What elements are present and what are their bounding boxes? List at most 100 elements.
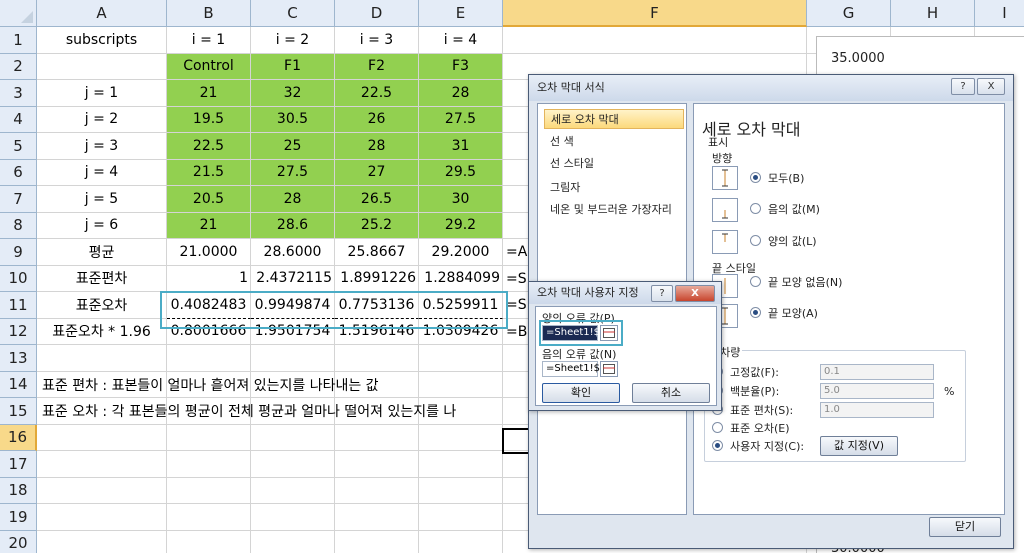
negative-range-select-icon[interactable] xyxy=(600,361,618,377)
nav-glow-soft-edges[interactable]: 네온 및 부드러운 가장자리 xyxy=(544,200,672,220)
row-header-3[interactable]: 3 xyxy=(0,80,37,107)
cell-e4[interactable]: 27.5 xyxy=(419,106,503,133)
cell-b16[interactable] xyxy=(167,424,251,451)
row-header-9[interactable]: 9 xyxy=(0,239,37,266)
column-header-h[interactable]: H xyxy=(891,0,975,27)
cell-a12[interactable]: 표준오차 * 1.96 xyxy=(37,318,167,345)
close-button[interactable]: X xyxy=(977,78,1005,95)
cell-f1[interactable] xyxy=(503,27,807,54)
cell-a19[interactable] xyxy=(37,504,167,531)
column-header-b[interactable]: B xyxy=(167,0,251,27)
fixed-value-input[interactable]: 0.1 xyxy=(820,364,934,380)
cell-a2[interactable] xyxy=(37,53,167,80)
cell-d3[interactable]: 22.5 xyxy=(335,80,419,107)
row-header-16[interactable]: 16 xyxy=(0,424,37,451)
cell-a11[interactable]: 표준오차 xyxy=(37,292,167,319)
percent-input[interactable]: 5.0 xyxy=(820,383,934,399)
row-header-20[interactable]: 20 xyxy=(0,530,37,553)
cell-b9[interactable]: 21.0000 xyxy=(167,239,251,266)
cell-a9[interactable]: 평균 xyxy=(37,239,167,266)
cell-c8[interactable]: 28.6 xyxy=(251,212,335,239)
dialog-close-button[interactable]: 닫기 xyxy=(929,517,1001,537)
cell-d7[interactable]: 26.5 xyxy=(335,186,419,213)
sterr-radio[interactable] xyxy=(712,422,723,433)
custom-radio[interactable] xyxy=(712,440,723,451)
cell-b17[interactable] xyxy=(167,451,251,478)
cell-d17[interactable] xyxy=(335,451,419,478)
stdev-input[interactable]: 1.0 xyxy=(820,402,934,418)
cell-a4[interactable]: j = 2 xyxy=(37,106,167,133)
nav-line-color[interactable]: 선 색 xyxy=(544,132,574,152)
cell-b19[interactable] xyxy=(167,504,251,531)
cell-a10[interactable]: 표준편차 xyxy=(37,265,167,292)
cell-d16[interactable] xyxy=(335,424,419,451)
cell-a20[interactable] xyxy=(37,530,167,553)
row-header-7[interactable]: 7 xyxy=(0,186,37,213)
column-header-g[interactable]: G xyxy=(807,0,891,27)
cell-a5[interactable]: j = 3 xyxy=(37,133,167,160)
help-button[interactable]: ? xyxy=(951,78,975,95)
cell-c16[interactable] xyxy=(251,424,335,451)
cancel-button[interactable]: 취소 xyxy=(632,383,710,403)
cell-b18[interactable] xyxy=(167,477,251,504)
cell-b2[interactable]: Control xyxy=(167,53,251,80)
cell-a6[interactable]: j = 4 xyxy=(37,159,167,186)
row-header-19[interactable]: 19 xyxy=(0,504,37,531)
cell-a16[interactable] xyxy=(37,424,167,451)
active-cell[interactable] xyxy=(502,428,530,454)
cell-c19[interactable] xyxy=(251,504,335,531)
dir-both-radio[interactable] xyxy=(750,172,761,183)
dir-plus-radio[interactable] xyxy=(750,235,761,246)
row-header-1[interactable]: 1 xyxy=(0,27,37,54)
cell-c5[interactable]: 25 xyxy=(251,133,335,160)
row-header-18[interactable]: 18 xyxy=(0,477,37,504)
cell-d13[interactable] xyxy=(335,345,419,372)
cell-c9[interactable]: 28.6000 xyxy=(251,239,335,266)
cell-d4[interactable]: 26 xyxy=(335,106,419,133)
custom-help-button[interactable]: ? xyxy=(651,285,673,302)
cap-radio[interactable] xyxy=(750,307,761,318)
cell-d19[interactable] xyxy=(335,504,419,531)
cell-b10[interactable]: 1 xyxy=(167,265,251,292)
custom-close-button[interactable]: X xyxy=(675,285,715,302)
cell-c18[interactable] xyxy=(251,477,335,504)
row-header-4[interactable]: 4 xyxy=(0,106,37,133)
dir-minus-radio[interactable] xyxy=(750,203,761,214)
cell-d8[interactable]: 25.2 xyxy=(335,212,419,239)
cell-b5[interactable]: 22.5 xyxy=(167,133,251,160)
cell-d9[interactable]: 25.8667 xyxy=(335,239,419,266)
cell-d1[interactable]: i = 3 xyxy=(335,27,419,54)
cell-c2[interactable]: F1 xyxy=(251,53,335,80)
cell-d6[interactable]: 27 xyxy=(335,159,419,186)
nav-vertical-error-bars[interactable]: 세로 오차 막대 xyxy=(544,109,684,129)
cell-e7[interactable]: 30 xyxy=(419,186,503,213)
row-header-8[interactable]: 8 xyxy=(0,212,37,239)
cell-a17[interactable] xyxy=(37,451,167,478)
negative-value-input[interactable]: =Sheet1!$ xyxy=(542,361,600,377)
column-header-i[interactable]: I xyxy=(975,0,1024,27)
row-header-6[interactable]: 6 xyxy=(0,159,37,186)
no-cap-radio[interactable] xyxy=(750,276,761,287)
cell-c13[interactable] xyxy=(251,345,335,372)
cell-d5[interactable]: 28 xyxy=(335,133,419,160)
cell-b3[interactable]: 21 xyxy=(167,80,251,107)
cell-d2[interactable]: F2 xyxy=(335,53,419,80)
cell-e16[interactable] xyxy=(419,424,503,451)
cell-d20[interactable] xyxy=(335,530,419,553)
row-header-13[interactable]: 13 xyxy=(0,345,37,372)
cell-c7[interactable]: 28 xyxy=(251,186,335,213)
cell-b4[interactable]: 19.5 xyxy=(167,106,251,133)
cell-a3[interactable]: j = 1 xyxy=(37,80,167,107)
cell-a1[interactable]: subscripts xyxy=(37,27,167,54)
cell-e10[interactable]: 1.2884099 xyxy=(419,265,503,292)
cell-d18[interactable] xyxy=(335,477,419,504)
cell-c4[interactable]: 30.5 xyxy=(251,106,335,133)
row-header-17[interactable]: 17 xyxy=(0,451,37,478)
cell-d10[interactable]: 1.8991226 xyxy=(335,265,419,292)
cell-b1[interactable]: i = 1 xyxy=(167,27,251,54)
ok-button[interactable]: 확인 xyxy=(542,383,620,403)
cell-e18[interactable] xyxy=(419,477,503,504)
cell-b20[interactable] xyxy=(167,530,251,553)
row-header-12[interactable]: 12 xyxy=(0,318,37,345)
row-header-14[interactable]: 14 xyxy=(0,371,37,398)
